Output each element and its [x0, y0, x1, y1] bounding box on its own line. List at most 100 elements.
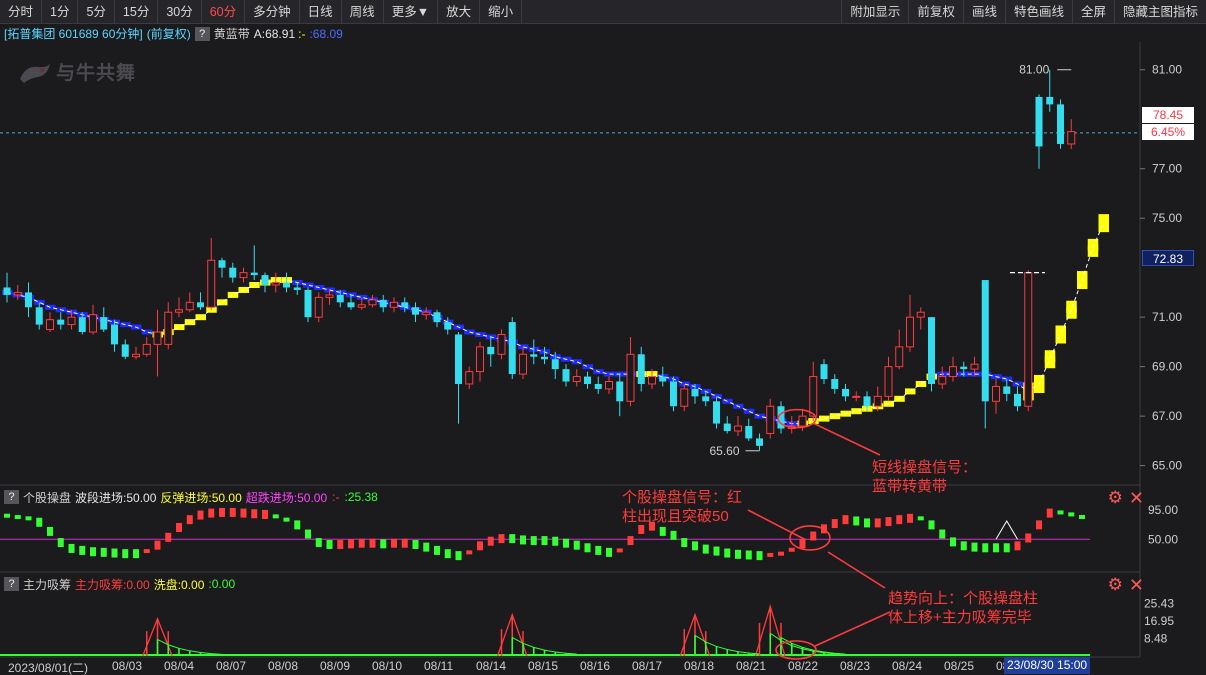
osc-bar: [853, 516, 860, 526]
osc-bar: [982, 543, 989, 553]
osc-bar: [444, 549, 451, 559]
osc-bar: [434, 545, 440, 555]
candle-body: [508, 322, 516, 375]
candle-body: [1003, 386, 1011, 394]
candle-body: [283, 282, 290, 288]
annotation-arrow: [813, 422, 881, 456]
osc-bar: [251, 509, 258, 519]
osc-bar: [90, 547, 96, 557]
current-time-label: 23/08/30 15:00: [1004, 657, 1091, 674]
osc-bar: [659, 526, 666, 536]
annotation-arrow: [814, 611, 891, 647]
annotation-line: 短线操盘信号：: [872, 459, 978, 476]
date-tick-label: 08/09: [320, 659, 351, 673]
date-tick-label: 08/07: [216, 659, 247, 673]
candle-body: [368, 299, 377, 306]
candle-body: [401, 302, 409, 308]
candle-body: [863, 396, 871, 407]
osc-bar: [369, 538, 376, 548]
candle-body: [766, 405, 775, 434]
annotation-arrow: [827, 551, 886, 589]
osc-bar: [788, 547, 795, 552]
candle-body: [1035, 96, 1043, 147]
osc-bar: [315, 538, 322, 548]
candle-body: [970, 363, 979, 370]
osc-bar: [993, 543, 999, 553]
osc-bar: [240, 508, 247, 518]
candle-body: [572, 376, 581, 383]
candle-body: [981, 280, 989, 402]
operation-value: :25.38: [344, 490, 378, 504]
osc-bar: [509, 534, 516, 544]
close-icon[interactable]: ✕: [1129, 576, 1144, 594]
candle-body: [648, 376, 656, 385]
candle-body: [637, 354, 645, 384]
candle-body: [541, 356, 548, 360]
osc-bar: [165, 532, 172, 542]
band-segment: [475, 331, 486, 337]
candle-body: [852, 395, 861, 398]
osc-bar: [100, 547, 107, 557]
osc-bar: [670, 530, 677, 540]
osc-white-spike: [995, 519, 1018, 540]
candle-body: [756, 438, 763, 446]
candle-body: [89, 314, 97, 333]
date-tick-label: 08/14: [476, 659, 507, 673]
gear-icon[interactable]: ⚙: [1108, 576, 1123, 593]
osc-bar: [487, 536, 494, 546]
candle-body: [390, 301, 398, 308]
band-segment: [829, 413, 841, 420]
absorb-extra-value: :0.00: [208, 577, 236, 591]
candle-body: [616, 381, 624, 402]
candle-body: [734, 425, 742, 432]
osc-bar: [1068, 512, 1075, 517]
candle-body: [873, 395, 882, 407]
candle-body: [562, 369, 570, 382]
candle-body: [444, 322, 452, 330]
candle-body: [164, 311, 173, 345]
osc-bar: [14, 515, 21, 520]
operation-pane-header: ? 个股操盘 波段进场:50.00 反弹进场:50.00 超跌进场:50.00 …: [0, 488, 378, 506]
candle-body: [325, 294, 334, 298]
osc-bar: [917, 516, 924, 521]
absorb-help-button[interactable]: ?: [4, 577, 19, 591]
band-segment: [1044, 350, 1056, 369]
price-axis-label: 67.00: [1152, 409, 1182, 423]
candle-body: [1014, 393, 1021, 407]
operation-help-button[interactable]: ?: [4, 490, 19, 504]
osc-bar: [79, 545, 86, 555]
candle-body: [25, 292, 32, 308]
osc-bar: [154, 540, 161, 550]
level-price-tag: 72.83: [1142, 250, 1194, 266]
candle-body: [702, 396, 710, 402]
band-segment: [851, 408, 862, 415]
candle-body: [670, 381, 677, 407]
osc-bar: [68, 543, 75, 553]
band-segment: [120, 322, 131, 328]
candle-body: [121, 344, 129, 357]
candle-body: [250, 272, 258, 276]
date-tick-label: 2023/08/01(二): [8, 661, 89, 675]
osc-bar: [541, 536, 548, 546]
price-axis-label: 69.00: [1152, 360, 1182, 374]
osc-bar: [799, 539, 806, 549]
osc-bar: [326, 540, 333, 550]
osc-bar: [552, 536, 559, 546]
osc-bar: [423, 542, 430, 552]
band-segment: [571, 359, 583, 365]
candle-body: [132, 353, 140, 358]
date-tick-label: 08/16: [580, 659, 611, 673]
candle-body: [906, 316, 914, 348]
candle-body: [745, 426, 753, 439]
annotation-line: 趋势向上：个股操盘柱: [888, 590, 1039, 607]
candle-body: [13, 291, 22, 296]
current-price-tag: 78.45: [1142, 107, 1194, 123]
candle-body: [293, 287, 301, 290]
candle-body: [476, 346, 484, 373]
close-icon[interactable]: ✕: [1129, 489, 1144, 507]
signal-ellipse: [789, 525, 831, 551]
absorb-axis-label: 25.43: [1144, 596, 1174, 610]
operation-title: 个股操盘: [23, 490, 72, 505]
gear-icon[interactable]: ⚙: [1108, 489, 1123, 506]
osc-bar: [176, 522, 182, 532]
